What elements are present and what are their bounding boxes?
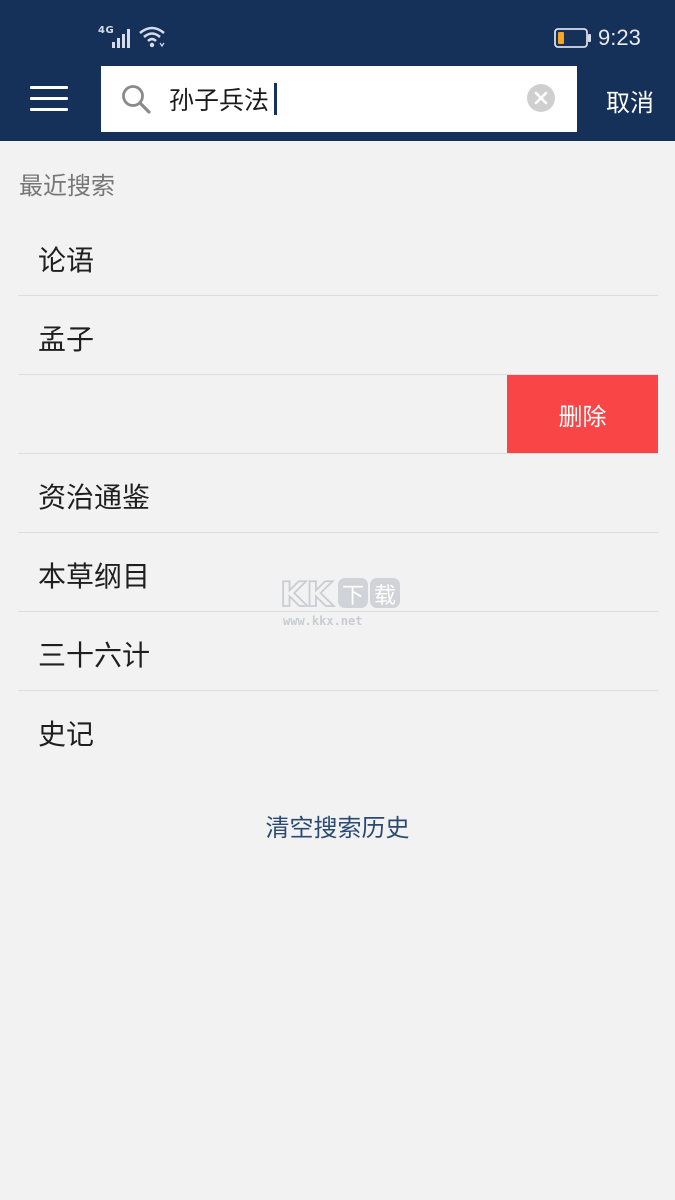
delete-button[interactable]: 删除	[507, 375, 658, 453]
history-list: 论语 孟子 删除 资治通鉴 本草纲目 三十六计 史记	[18, 217, 658, 770]
text-cursor	[274, 83, 277, 115]
clear-input-icon[interactable]	[526, 83, 556, 113]
watermark-url: www.kkx.net	[283, 614, 363, 628]
history-item-label: 孟子	[38, 323, 95, 356]
history-item[interactable]: 孟子	[18, 296, 658, 375]
history-item-swiped[interactable]: 删除	[18, 375, 658, 454]
history-item[interactable]: 论语	[18, 217, 658, 296]
hamburger-icon-bar	[30, 97, 68, 100]
history-item[interactable]: 资治通鉴	[18, 454, 658, 533]
hamburger-icon	[30, 86, 68, 89]
svg-text:下: 下	[342, 584, 364, 609]
history-item-label: 论语	[38, 244, 95, 277]
search-icon	[122, 85, 151, 114]
history-item-label: 资治通鉴	[38, 481, 151, 514]
search-bar[interactable]	[101, 66, 577, 132]
history-item-label: 史记	[38, 718, 95, 751]
recent-search-title: 最近搜索	[19, 172, 115, 200]
history-item-label: 三十六计	[38, 639, 151, 672]
svg-text:载: 载	[374, 584, 396, 609]
hamburger-icon-bar	[30, 108, 68, 111]
status-time: 9:23	[598, 25, 641, 50]
svg-text:KK: KK	[280, 575, 334, 615]
history-item[interactable]: 史记	[18, 691, 658, 770]
menu-button[interactable]	[30, 82, 72, 116]
history-item-label: 本草纲目	[38, 560, 151, 593]
clear-history-button[interactable]: 清空搜索历史	[0, 808, 675, 843]
search-input[interactable]	[169, 78, 519, 120]
status-bar: 4G 9:23	[0, 0, 675, 60]
wifi-icon	[139, 26, 165, 48]
cancel-button[interactable]: 取消	[606, 83, 654, 118]
signal-icon	[112, 29, 130, 48]
battery-icon	[554, 28, 591, 48]
top-bar: 4G 9:23 孙子兵法 取消	[0, 0, 675, 141]
